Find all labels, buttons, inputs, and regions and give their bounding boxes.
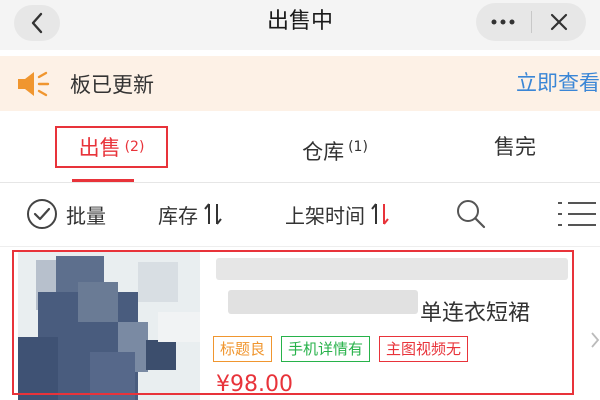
list-menu-button[interactable]: [556, 198, 596, 230]
sort-arrows-active-icon: [371, 202, 389, 226]
stock-label: 库存: [158, 203, 198, 228]
tab-on-sale[interactable]: 出售 (2): [55, 126, 168, 168]
product-title-blurred: [228, 290, 418, 314]
more-dots-icon: [491, 19, 515, 25]
product-thumbnail[interactable]: [18, 252, 200, 400]
product-price: ¥98.00: [216, 372, 293, 397]
tab-on-sale-label: 出售: [78, 136, 121, 160]
tab-sold-out[interactable]: 售完: [480, 126, 550, 170]
chevron-right-icon: [590, 330, 600, 354]
more-button[interactable]: [476, 3, 531, 41]
tab-warehouse-label: 仓库: [302, 140, 345, 164]
toolbar-divider: [0, 246, 600, 247]
tab-warehouse[interactable]: 仓库 (1): [280, 126, 390, 170]
notice-bar: 板已更新 立即查看: [0, 56, 600, 111]
product-tags: 标题良 手机详情有 主图视频无: [213, 336, 477, 362]
search-button[interactable]: [456, 198, 486, 230]
close-icon: [550, 13, 567, 31]
tabs-divider: [0, 182, 600, 183]
batch-button[interactable]: 批量: [26, 198, 106, 230]
check-circle-icon: [27, 199, 57, 229]
list-time-label: 上架时间: [285, 203, 365, 228]
sort-arrows-icon: [204, 202, 222, 226]
tag-mobile-detail: 手机详情有: [281, 336, 371, 362]
speaker-icon: [16, 67, 50, 101]
view-now-link[interactable]: 立即查看: [516, 68, 600, 98]
mini-program-capsule: [476, 3, 586, 41]
tag-main-video: 主图视频无: [379, 336, 469, 362]
product-card[interactable]: 单连衣短裙 标题良 手机详情有 主图视频无 ¥98.00: [0, 248, 600, 400]
sort-by-list-time[interactable]: 上架时间: [285, 198, 389, 230]
tab-on-sale-count: (2): [124, 139, 145, 155]
tab-warehouse-count: (1): [348, 139, 368, 155]
search-icon: [457, 200, 486, 229]
list-toolbar: 批量 库存 上架时间: [0, 184, 600, 246]
top-nav-bar: 出售中: [0, 0, 600, 50]
product-title-blurred: [216, 258, 568, 280]
status-tabs: 出售 (2) 仓库 (1) 售完: [0, 118, 600, 180]
batch-label: 批量: [66, 203, 106, 228]
tab-sold-out-label: 售完: [494, 135, 536, 159]
tag-title-quality: 标题良: [213, 336, 273, 362]
list-menu-icon: [558, 202, 596, 226]
notice-text: 板已更新: [70, 72, 154, 97]
product-title-suffix: 单连衣短裙: [420, 301, 531, 326]
sort-by-stock[interactable]: 库存: [158, 198, 222, 230]
close-button[interactable]: [532, 3, 587, 41]
